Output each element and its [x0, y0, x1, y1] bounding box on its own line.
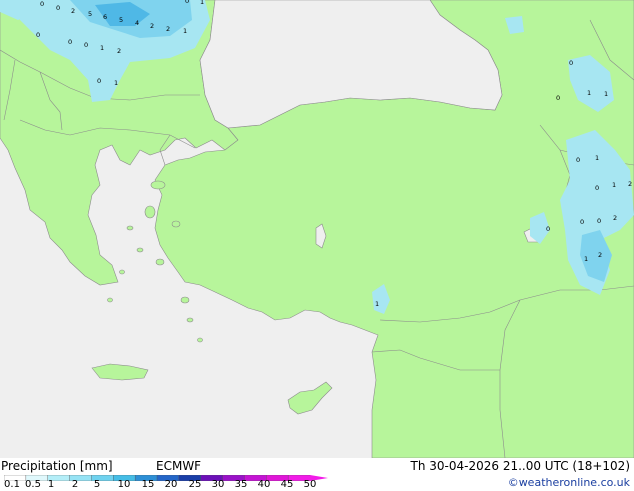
precip-value: 2 — [628, 180, 632, 188]
precip-value: 1 — [595, 154, 599, 162]
precip-value: 0 — [84, 41, 88, 49]
color-scale-ticks: 0.1 0.5 1 2 5 10 15 20 25 30 35 40 45 50 — [0, 479, 330, 491]
precip-value: 5 — [88, 10, 92, 18]
scale-tick-label: 50 — [303, 479, 317, 490]
precip-value: 0 — [595, 184, 599, 192]
scale-tick-label: 40 — [257, 479, 271, 490]
model-name: ECMWF — [156, 459, 202, 473]
precip-value: 2 — [150, 22, 154, 30]
precip-value: 2 — [598, 251, 602, 259]
precip-value: 0 — [56, 4, 60, 12]
scale-tick-label: 2 — [71, 479, 79, 490]
precip-value: 0 — [576, 156, 580, 164]
scale-tick-label: 15 — [141, 479, 155, 490]
precip-value: 2 — [613, 214, 617, 222]
precip-value: 1 — [584, 255, 588, 263]
precip-value: 1 — [183, 27, 187, 35]
precip-value: 0 — [597, 217, 601, 225]
precip-value: 6 — [103, 13, 107, 21]
precip-value: 0 — [185, 0, 189, 5]
precip-value: 1 — [612, 181, 616, 189]
scale-tick-label: 0.5 — [25, 479, 41, 490]
precip-value: 0 — [546, 225, 550, 233]
scale-tick-label: 10 — [117, 479, 131, 490]
precip-value: 5 — [119, 16, 123, 24]
legend-footer: Precipitation [mm] ECMWF Th 30-04-2026 2… — [0, 458, 634, 490]
precip-value: 0 — [556, 94, 560, 102]
precip-value: 0 — [36, 31, 40, 39]
precip-value: 1 — [100, 44, 104, 52]
precip-value: 0 — [97, 77, 101, 85]
scale-tick-label: 45 — [280, 479, 294, 490]
scale-tick-label: 35 — [234, 479, 248, 490]
credit-link[interactable]: ©weatheronline.co.uk — [508, 476, 630, 489]
precipitation-map[interactable]: 0 0 2 5 6 5 4 2 2 1 1 0 0 1 2 0 1 0 0 1 … — [0, 0, 634, 458]
scale-tick-label: 0.1 — [4, 479, 20, 490]
precip-value: 1 — [114, 79, 118, 87]
scale-tick-label: 1 — [47, 479, 55, 490]
precip-value: 1 — [200, 0, 204, 6]
scale-tick-label: 30 — [211, 479, 225, 490]
precip-value: 1 — [375, 300, 379, 308]
precip-value: 0 — [580, 218, 584, 226]
precip-value: 2 — [117, 47, 121, 55]
precip-value: 0 — [68, 38, 72, 46]
valid-time: Th 30-04-2026 21..00 UTC (18+102) — [410, 459, 630, 473]
precip-value: 2 — [166, 25, 170, 33]
precip-value: 1 — [587, 89, 591, 97]
precip-value: 1 — [604, 90, 608, 98]
scale-tick-label: 25 — [188, 479, 202, 490]
scale-tick-label: 5 — [93, 479, 101, 490]
scale-tick-label: 20 — [164, 479, 178, 490]
precip-value: 2 — [71, 7, 75, 15]
precip-value: 4 — [135, 19, 139, 27]
precip-value: 0 — [40, 0, 44, 8]
legend-title: Precipitation [mm] — [1, 459, 113, 473]
precip-value: 0 — [569, 59, 573, 67]
